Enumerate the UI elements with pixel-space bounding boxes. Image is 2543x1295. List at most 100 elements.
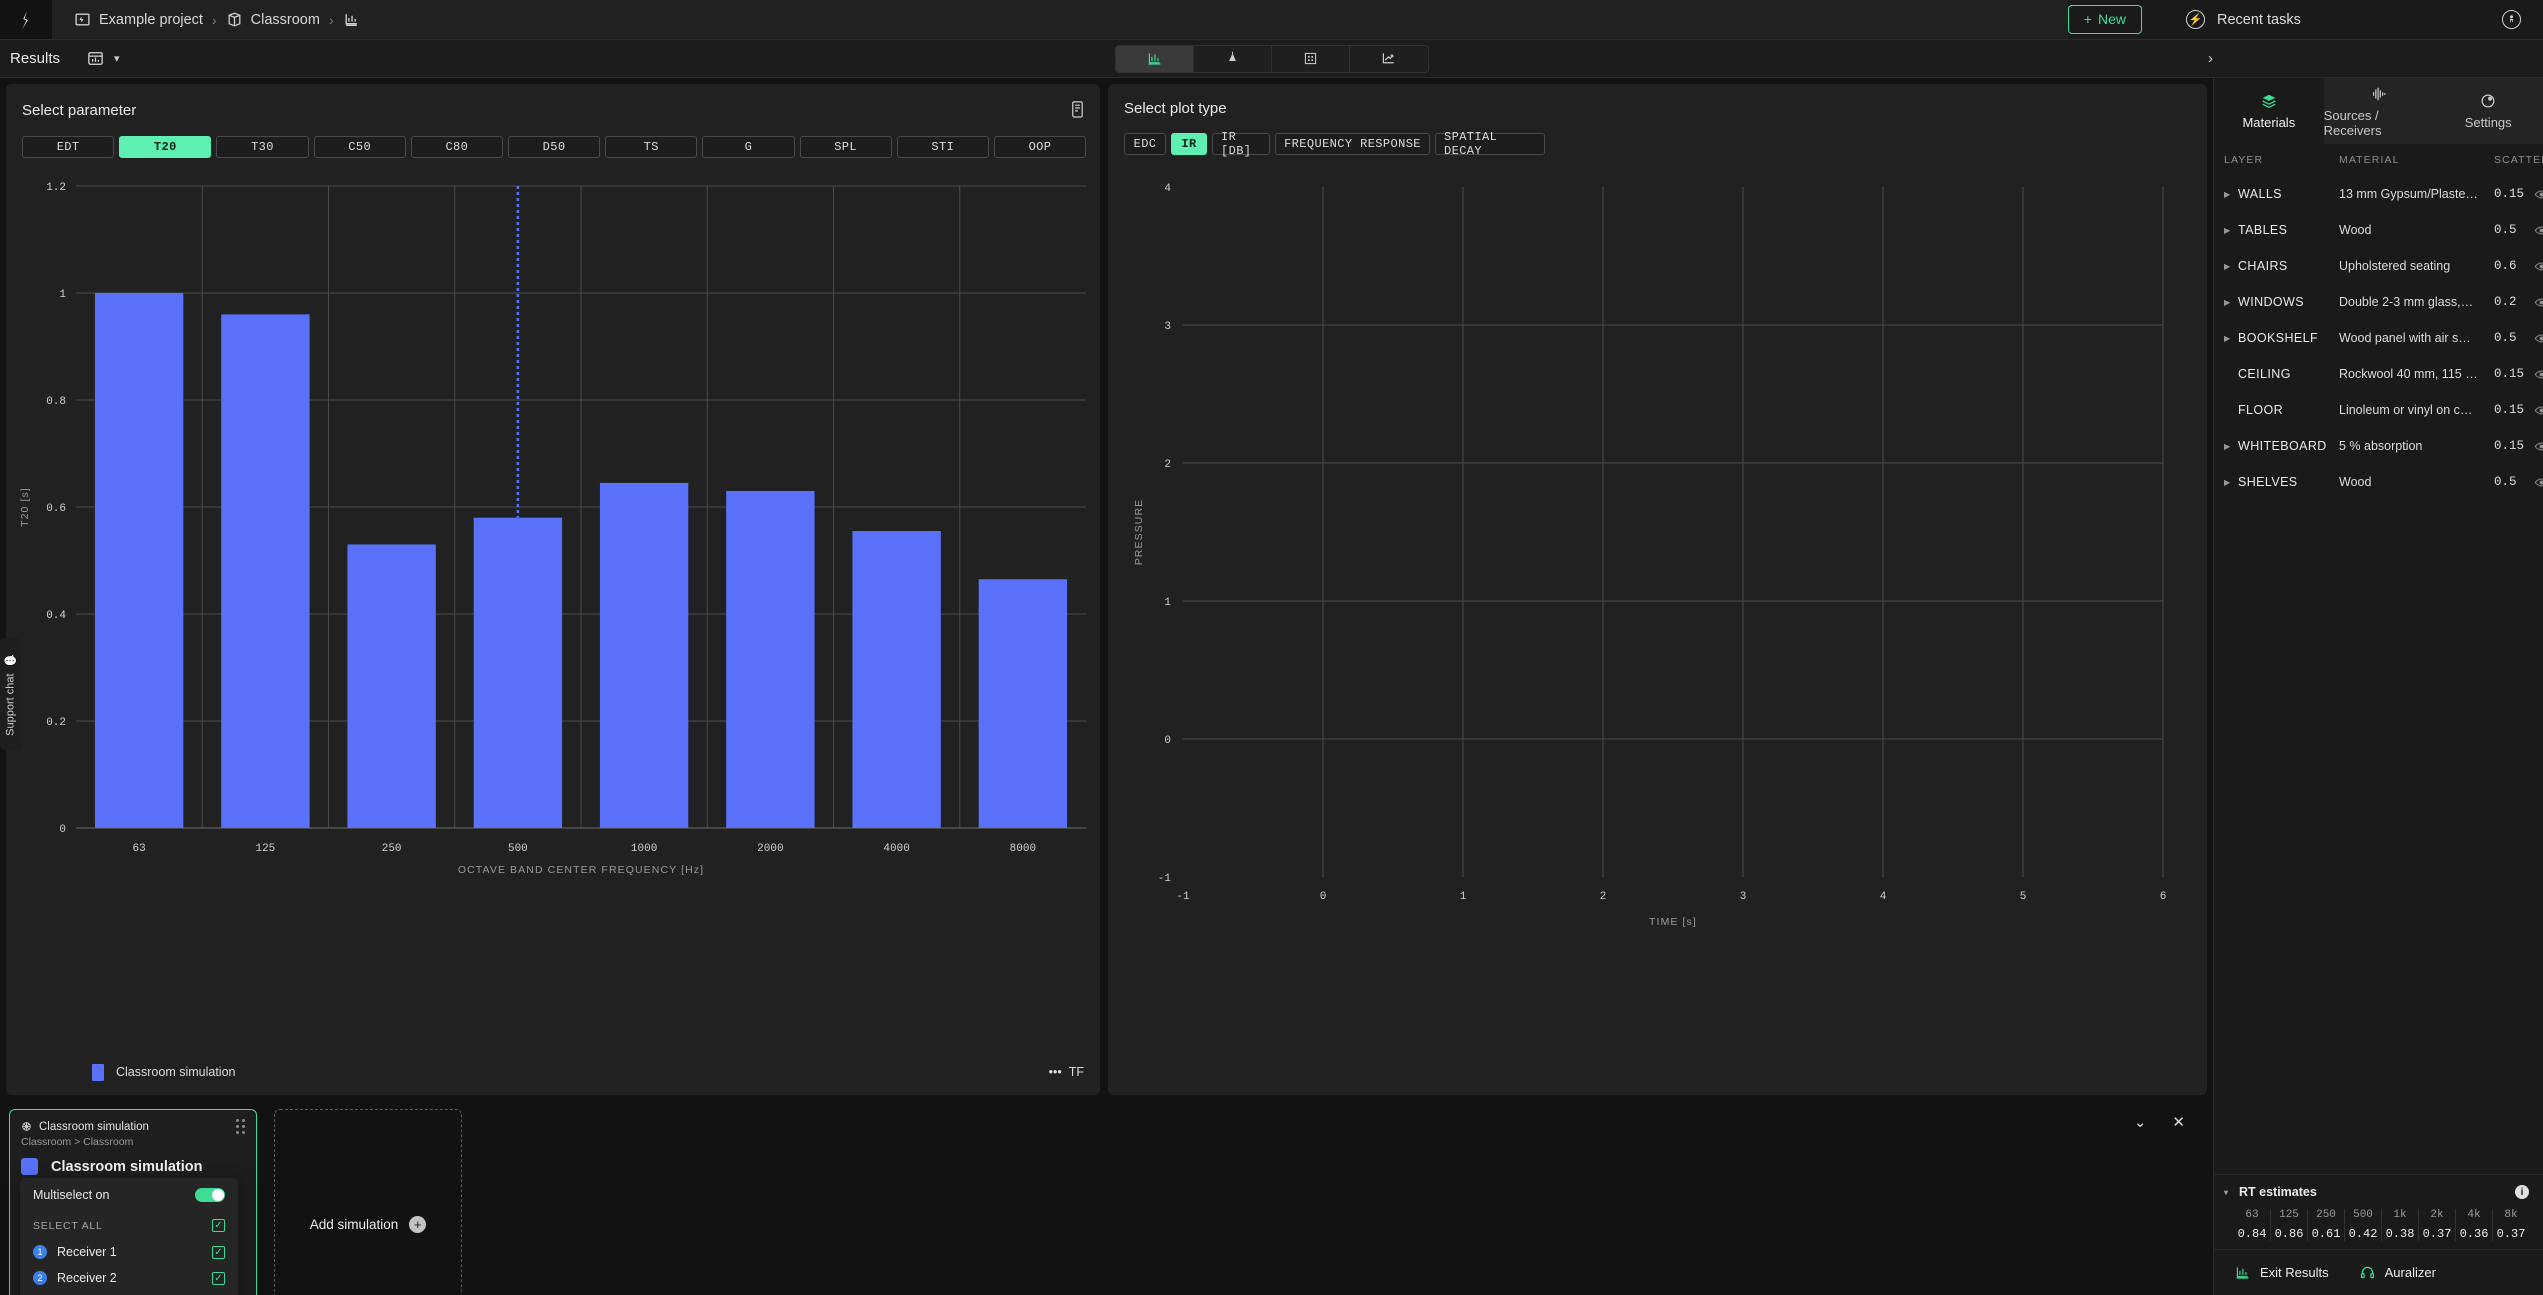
exit-results-button[interactable]: Exit Results (2234, 1264, 2329, 1281)
receiver-2-checkbox[interactable]: ✓ (212, 1271, 225, 1285)
visibility-eye-icon[interactable] (2534, 475, 2543, 490)
material-scatter[interactable]: 0.6 (2494, 259, 2534, 273)
user-avatar-icon[interactable] (2502, 10, 2521, 29)
info-icon[interactable]: i (2515, 1185, 2529, 1199)
expand-caret-icon[interactable]: ▶ (2224, 478, 2232, 487)
material-scatter[interactable]: 0.15 (2494, 367, 2534, 381)
multiselect-toggle[interactable] (195, 1188, 225, 1202)
drag-handle-icon[interactable] (236, 1119, 245, 1134)
tab-sources-receivers[interactable]: Sources / Receivers (2323, 78, 2434, 144)
material-name[interactable]: 5 % absorption (2339, 439, 2494, 453)
close-simbar-icon[interactable]: ✕ (2172, 1113, 2185, 1131)
bar-chart[interactable]: 0 0.2 0.4 0.6 0.8 1 1.2 63 125 250 500 1000 2000 4000… (6, 168, 1100, 1049)
expand-caret-icon[interactable]: ▶ (2224, 262, 2232, 271)
visibility-eye-icon[interactable] (2534, 259, 2543, 274)
param-spl[interactable]: SPL (799, 136, 892, 158)
plot-ir-db[interactable]: IR [DB] (1212, 130, 1270, 158)
support-chat-button[interactable]: Support chat 💬 (0, 638, 21, 750)
export-table-icon[interactable] (1069, 100, 1086, 120)
recent-tasks-button[interactable]: ⚡ Recent tasks (2186, 10, 2502, 29)
material-name[interactable]: Upholstered seating (2339, 259, 2494, 273)
material-scatter[interactable]: 0.2 (2494, 295, 2534, 309)
table-row[interactable]: CEILING Rockwool 40 mm, 115 … 0.15 (2214, 356, 2543, 392)
material-name[interactable]: Wood (2339, 223, 2494, 237)
bar[interactable] (852, 531, 941, 828)
list-item[interactable]: 2 Receiver 2 ✓ (20, 1265, 238, 1291)
tab-grid[interactable] (1272, 45, 1350, 72)
visibility-eye-icon[interactable] (2534, 223, 2543, 238)
tab-results-chart[interactable] (1115, 45, 1194, 72)
breadcrumb-item-results[interactable] (343, 11, 360, 28)
visibility-eye-icon[interactable] (2534, 295, 2543, 310)
table-row[interactable]: FLOOR Linoleum or vinyl on c… 0.15 (2214, 392, 2543, 428)
breadcrumb-item-model[interactable]: Classroom (226, 11, 320, 28)
param-oop[interactable]: OOP (993, 136, 1087, 158)
legend-entry[interactable]: Classroom simulation (92, 1063, 235, 1081)
material-scatter[interactable]: 0.15 (2494, 403, 2534, 417)
visibility-eye-icon[interactable] (2534, 367, 2543, 382)
param-c50[interactable]: C50 (313, 136, 406, 158)
tab-decay-curve[interactable] (1350, 46, 1428, 72)
rt-estimates-header[interactable]: ▾ RT estimates i (2224, 1185, 2529, 1199)
param-ts[interactable]: TS (605, 136, 698, 158)
select-all-row[interactable]: SELECT ALL ✓ (20, 1212, 238, 1239)
visibility-eye-icon[interactable] (2534, 403, 2543, 418)
auralizer-button[interactable]: Auralizer (2359, 1264, 2436, 1281)
collapse-sidebar-arrow[interactable]: › (2208, 50, 2213, 67)
multiselect-row[interactable]: Multiselect on (20, 1178, 238, 1212)
material-name[interactable]: Linoleum or vinyl on c… (2339, 403, 2494, 417)
expand-caret-icon[interactable]: ▶ (2224, 226, 2232, 235)
bar[interactable] (221, 314, 310, 828)
bar[interactable] (94, 293, 184, 828)
expand-caret-icon[interactable]: ▶ (2224, 442, 2232, 451)
material-scatter[interactable]: 0.5 (2494, 331, 2534, 345)
table-row[interactable]: ▶ WHITEBOARD 5 % absorption 0.15 (2214, 428, 2543, 464)
param-t20[interactable]: T20 (119, 136, 212, 158)
simulation-card[interactable]: Classroom simulation Classroom > Classro… (9, 1109, 257, 1295)
plot-spatial-decay[interactable]: SPATIAL DECAY (1435, 130, 1545, 158)
material-name[interactable]: Wood (2339, 475, 2494, 489)
table-row[interactable]: ▶ TABLES Wood 0.5 (2214, 212, 2543, 248)
table-row[interactable]: ▶ WALLS 13 mm Gypsum/Plaste… 0.15 (2214, 176, 2543, 212)
param-edt[interactable]: EDT (22, 136, 115, 158)
bar[interactable] (978, 579, 1068, 828)
tab-settings[interactable]: Settings (2433, 78, 2543, 144)
plot-ir[interactable]: IR (1171, 133, 1207, 155)
plot-frequency-response[interactable]: FREQUENCY RESPONSE (1275, 133, 1430, 155)
material-name[interactable]: Wood panel with air s… (2339, 331, 2494, 345)
breadcrumb-item-project[interactable]: Example project (74, 11, 203, 28)
visibility-eye-icon[interactable] (2534, 187, 2543, 202)
material-scatter[interactable]: 0.15 (2494, 439, 2534, 453)
tab-materials[interactable]: Materials (2214, 78, 2324, 144)
bar[interactable] (473, 517, 563, 828)
param-g[interactable]: G (702, 136, 795, 158)
bar[interactable] (347, 544, 436, 828)
param-t30[interactable]: T30 (216, 136, 309, 158)
bar[interactable] (726, 490, 815, 828)
tab-source[interactable] (1194, 45, 1272, 72)
add-simulation-button[interactable]: Add simulation + (274, 1109, 462, 1295)
plot-edc[interactable]: EDC (1124, 133, 1166, 155)
bar[interactable] (599, 482, 689, 828)
select-all-checkbox[interactable]: ✓ (212, 1219, 225, 1232)
visibility-eye-icon[interactable] (2534, 439, 2543, 454)
param-c80[interactable]: C80 (410, 136, 503, 158)
material-name[interactable]: Double 2-3 mm glass,… (2339, 295, 2494, 309)
ir-chart[interactable]: -1 0 1 2 3 4 -1 0 1 2 3 4 5 6 TIME [s] PRESSURE (1108, 165, 2207, 1095)
expand-caret-icon[interactable]: ▶ (2224, 190, 2232, 199)
param-d50[interactable]: D50 (507, 136, 601, 158)
collapse-simbar-icon[interactable]: ⌄ (2134, 1113, 2147, 1131)
table-row[interactable]: ▶ CHAIRS Upholstered seating 0.6 (2214, 248, 2543, 284)
table-row[interactable]: ▶ BOOKSHELF Wood panel with air s… 0.5 (2214, 320, 2543, 356)
chart-options-button[interactable]: ••• TF (1049, 1065, 1084, 1079)
list-item[interactable]: 1 Receiver 1 ✓ (20, 1239, 238, 1265)
expand-caret-icon[interactable]: ▶ (2224, 298, 2232, 307)
expand-caret-icon[interactable]: ▶ (2224, 334, 2232, 343)
list-item[interactable]: 3 Receiver 3 ✓ (20, 1291, 238, 1295)
material-name[interactable]: 13 mm Gypsum/Plaste… (2339, 187, 2494, 201)
material-scatter[interactable]: 0.5 (2494, 223, 2534, 237)
material-name[interactable]: Rockwool 40 mm, 115 … (2339, 367, 2494, 381)
param-sti[interactable]: STI (896, 136, 989, 158)
table-row[interactable]: ▶ SHELVES Wood 0.5 (2214, 464, 2543, 500)
app-logo[interactable] (0, 0, 52, 39)
